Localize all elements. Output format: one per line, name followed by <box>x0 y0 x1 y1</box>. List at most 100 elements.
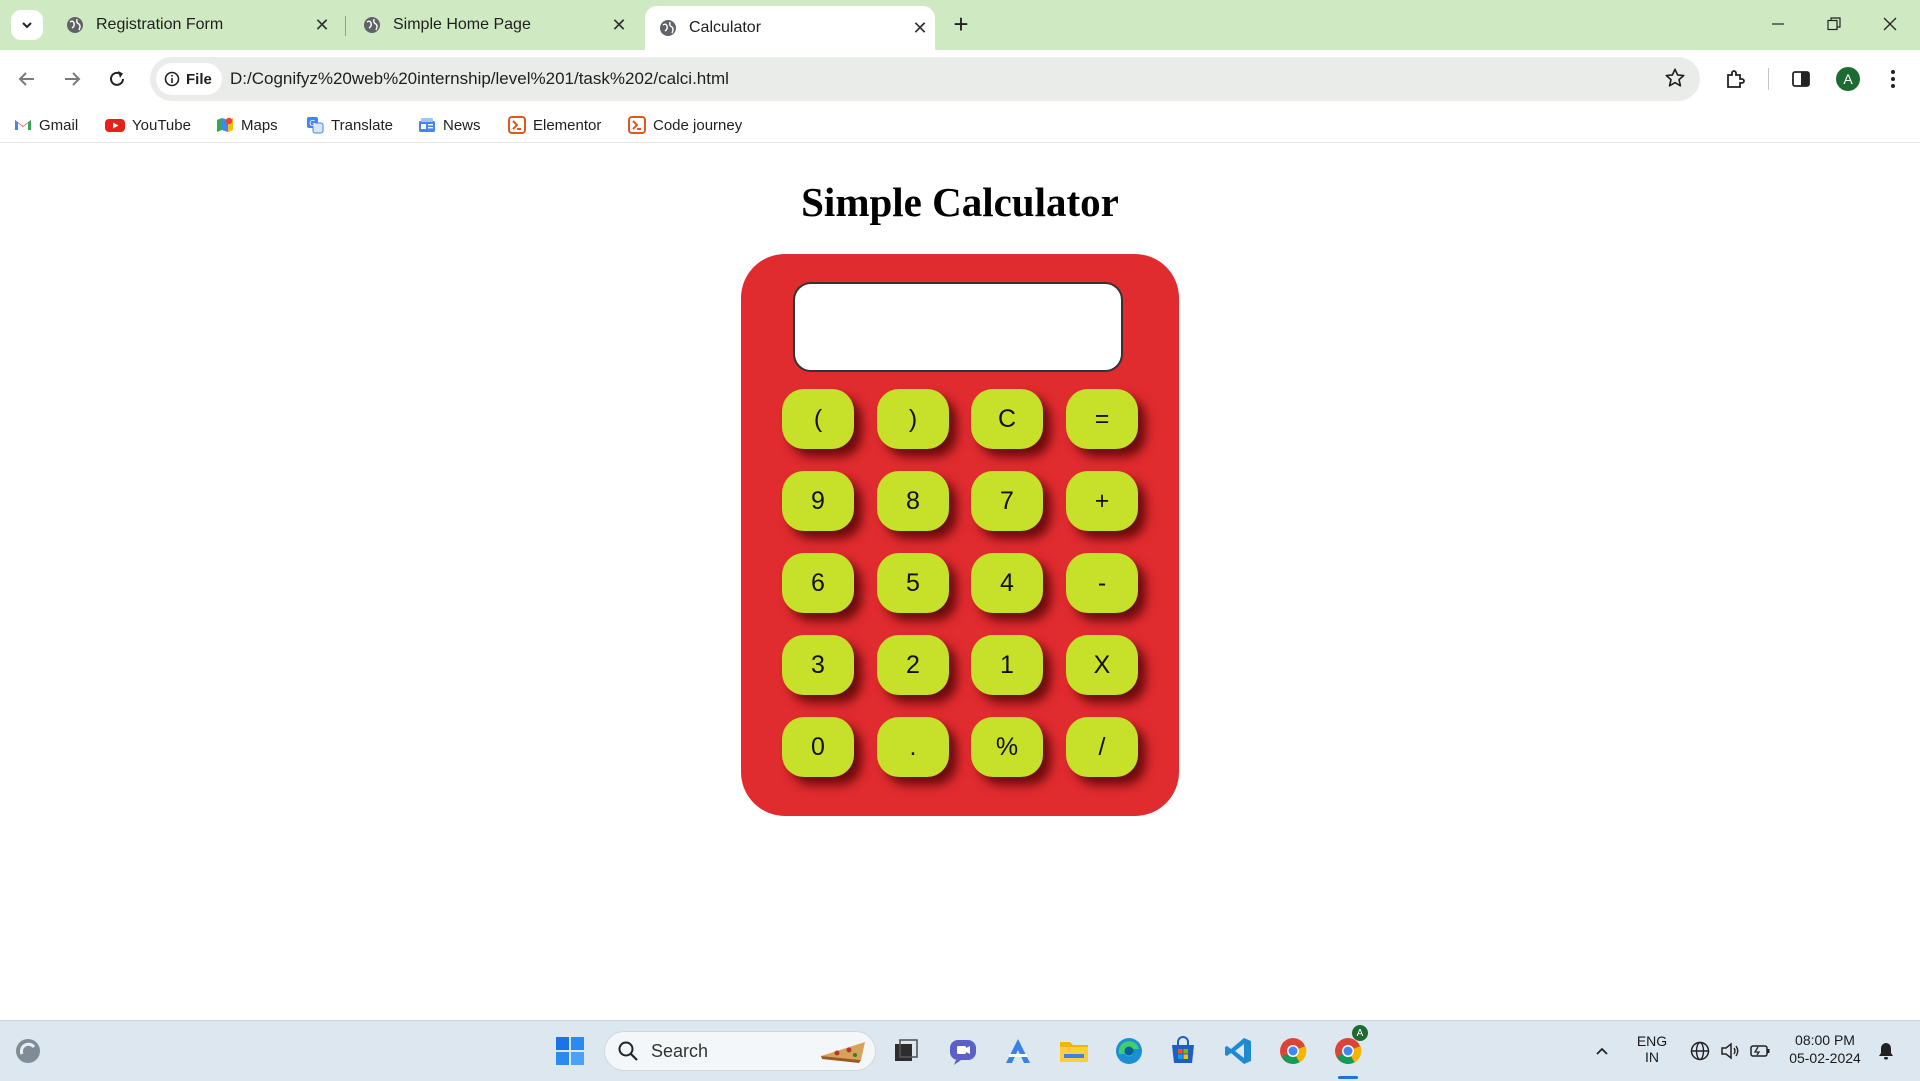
close-icon[interactable]: ✕ <box>604 15 634 36</box>
new-tab-button[interactable]: + <box>945 8 977 40</box>
bookmark-star-button[interactable] <box>1664 67 1686 94</box>
language-code: ENG <box>1636 1033 1668 1049</box>
app-store-button[interactable] <box>1000 1033 1036 1069</box>
key-7[interactable]: 7 <box>971 471 1043 531</box>
url-text[interactable]: D:/Cognifyz%20web%20internship/level%201… <box>230 69 729 89</box>
search-placeholder: Search <box>651 1040 709 1061</box>
bookmark-code-journey[interactable]: Code journey <box>628 115 742 135</box>
key-9[interactable]: 9 <box>782 471 854 531</box>
menu-button[interactable] <box>1878 64 1908 94</box>
bookmark-label: Gmail <box>39 116 79 134</box>
chat-icon <box>950 1040 976 1065</box>
task-view-button[interactable] <box>888 1033 924 1069</box>
back-button[interactable] <box>10 62 44 96</box>
browser-toolbar: File D:/Cognifyz%20web%20internship/leve… <box>0 50 1920 108</box>
file-explorer-button[interactable] <box>1056 1033 1092 1069</box>
close-icon <box>1883 17 1897 31</box>
key-1[interactable]: 1 <box>971 635 1043 695</box>
key-plus[interactable]: + <box>1066 471 1138 531</box>
language-indicator[interactable]: ENG IN <box>1628 1033 1676 1065</box>
bookmark-label: YouTube <box>132 116 191 134</box>
bookmarks-bar: Gmail YouTube Maps G Translate News Elem… <box>0 108 1920 143</box>
store-icon <box>1172 1036 1194 1063</box>
key-minus[interactable]: - <box>1066 553 1138 613</box>
windows-logo-icon <box>556 1037 584 1065</box>
star-icon <box>1665 68 1685 87</box>
system-tray-status[interactable] <box>1680 1033 1780 1069</box>
profile-button[interactable]: A <box>1833 64 1863 94</box>
bookmark-translate[interactable]: G Translate <box>306 115 393 135</box>
close-icon[interactable]: ✕ <box>905 18 935 39</box>
calculator-display[interactable] <box>793 282 1123 372</box>
key-percent[interactable]: % <box>971 717 1043 777</box>
restore-icon <box>1827 17 1841 31</box>
volume-icon <box>1721 1042 1739 1060</box>
region-code: IN <box>1645 1049 1659 1065</box>
start-button[interactable] <box>552 1033 588 1069</box>
news-icon <box>419 118 435 132</box>
bookmark-label: News <box>443 116 481 134</box>
minimize-button[interactable] <box>1750 8 1806 40</box>
key-close-paren[interactable]: ) <box>877 389 949 449</box>
tab-title: Calculator <box>689 19 762 36</box>
key-5[interactable]: 5 <box>877 553 949 613</box>
chevron-down-icon <box>22 22 32 29</box>
svg-text:G: G <box>309 119 315 128</box>
edge-button[interactable] <box>1111 1033 1147 1069</box>
bookmark-gmail[interactable]: Gmail <box>14 115 78 135</box>
key-open-paren[interactable]: ( <box>782 389 854 449</box>
address-bar[interactable]: File D:/Cognifyz%20web%20internship/leve… <box>150 57 1700 101</box>
widgets-button[interactable] <box>10 1033 46 1069</box>
restore-button[interactable] <box>1806 8 1862 40</box>
bookmark-news[interactable]: News <box>418 115 481 135</box>
close-icon[interactable]: ✕ <box>307 15 337 36</box>
site-info-chip[interactable]: File <box>156 63 222 95</box>
key-clear[interactable]: C <box>971 389 1043 449</box>
side-panel-button[interactable] <box>1786 64 1816 94</box>
tab-registration-form[interactable]: Registration Form ✕ <box>52 6 337 44</box>
tab-simple-home-page[interactable]: Simple Home Page ✕ <box>349 6 634 44</box>
tab-calculator[interactable]: Calculator ✕ <box>645 6 935 50</box>
vscode-icon <box>1225 1038 1251 1064</box>
arrow-left-icon <box>18 72 34 86</box>
app-icon <box>1006 1039 1030 1063</box>
extensions-button[interactable] <box>1720 64 1750 94</box>
page-title: Simple Calculator <box>801 179 1119 225</box>
info-icon <box>164 71 180 87</box>
chrome-profile-button[interactable]: A <box>1330 1025 1368 1079</box>
bookmark-youtube[interactable]: YouTube <box>105 115 191 135</box>
chat-button[interactable] <box>945 1033 981 1069</box>
kebab-menu-icon <box>1891 70 1895 88</box>
calculator-body: () C = 9 8 7 +6 5 4- 3 2 1 X 0.% / <box>741 254 1179 816</box>
tab-title: Registration Form <box>96 16 224 33</box>
show-hidden-icons-button[interactable] <box>1584 1033 1620 1069</box>
key-2[interactable]: 2 <box>877 635 949 695</box>
reload-button[interactable] <box>100 62 134 96</box>
network-icon <box>1690 1041 1710 1061</box>
key-0[interactable]: 0 <box>782 717 854 777</box>
key-6[interactable]: 6 <box>782 553 854 613</box>
key-equals[interactable]: = <box>1066 389 1138 449</box>
close-window-button[interactable] <box>1862 8 1918 40</box>
active-app-indicator <box>1338 1076 1358 1079</box>
chrome-button[interactable] <box>1275 1033 1311 1069</box>
tab-search-button[interactable] <box>11 10 43 40</box>
maps-icon <box>217 117 233 132</box>
key-8[interactable]: 8 <box>877 471 949 531</box>
key-divide[interactable]: / <box>1066 717 1138 777</box>
taskbar-search[interactable]: Search <box>604 1031 876 1071</box>
key-4[interactable]: 4 <box>971 553 1043 613</box>
globe-icon <box>67 17 83 33</box>
key-multiply[interactable]: X <box>1066 635 1138 695</box>
clock[interactable]: 08:00 PM 05-02-2024 <box>1780 1032 1870 1066</box>
youtube-icon <box>105 119 125 132</box>
gmail-icon <box>15 120 31 130</box>
notifications-button[interactable] <box>1868 1033 1904 1069</box>
bookmark-elementor[interactable]: Elementor <box>508 115 601 135</box>
forward-button[interactable] <box>55 62 89 96</box>
key-decimal[interactable]: . <box>877 717 949 777</box>
key-3[interactable]: 3 <box>782 635 854 695</box>
microsoft-store-button[interactable] <box>1165 1033 1201 1069</box>
vscode-button[interactable] <box>1220 1033 1256 1069</box>
bookmark-maps[interactable]: Maps <box>216 115 278 135</box>
